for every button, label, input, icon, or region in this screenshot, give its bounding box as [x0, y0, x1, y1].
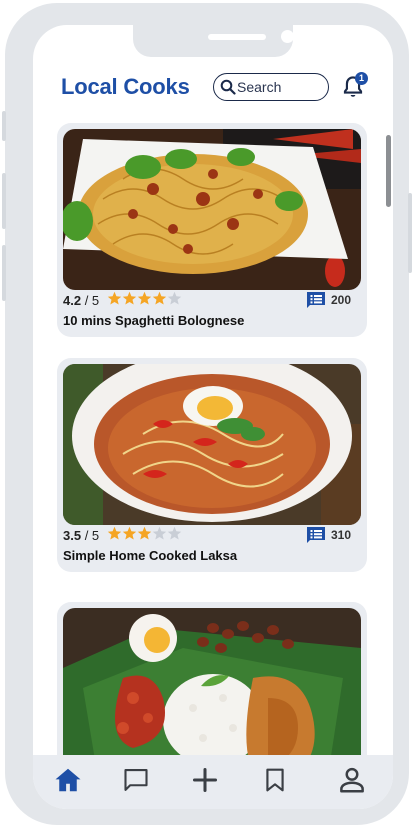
star-filled-icon	[152, 291, 167, 305]
laksa-photo	[63, 364, 361, 525]
scrollbar-thumb[interactable]	[386, 135, 391, 207]
star-empty-icon	[152, 526, 167, 540]
comment-count: 310	[330, 528, 351, 542]
app-title: Local Cooks	[61, 74, 190, 99]
search-input[interactable]	[237, 77, 322, 97]
search-icon	[220, 79, 236, 95]
star-filled-icon	[122, 526, 137, 540]
phone-frame: Local Cooks 1	[2, 3, 412, 825]
nav-chat[interactable]	[119, 763, 153, 797]
rating-scale: / 5	[84, 528, 100, 543]
rating-text: 4.2 / 5	[63, 293, 99, 308]
comment-count: 200	[330, 293, 351, 307]
bottom-nav	[33, 755, 393, 809]
rating-text: 3.5 / 5	[63, 528, 99, 543]
camera	[281, 30, 294, 43]
nav-add[interactable]	[188, 763, 222, 797]
star-filled-icon	[122, 291, 137, 305]
star-filled-icon	[137, 291, 152, 305]
app-screen: Local Cooks 1	[33, 25, 393, 809]
comments-button[interactable]: 310	[306, 526, 351, 544]
rating-scale: / 5	[84, 293, 100, 308]
recipe-card[interactable]: 3.5 / 5 310 Simple Home Cooked Laksa	[57, 358, 367, 572]
nav-home[interactable]	[51, 763, 85, 797]
home-icon	[55, 768, 81, 792]
chat-icon	[124, 769, 148, 791]
rating-value: 4.2	[63, 293, 82, 308]
spaghetti-photo	[63, 129, 361, 290]
nav-bookmarks[interactable]	[258, 763, 292, 797]
recipe-title[interactable]: 10 mins Spaghetti Bolognese	[63, 313, 244, 328]
side-button	[2, 111, 6, 141]
star-filled-icon	[137, 526, 152, 540]
side-button	[2, 173, 6, 229]
comments-button[interactable]: 200	[306, 291, 351, 309]
recipe-card[interactable]: 4.2 / 5 200 10 mins Spaghetti Bolognese	[57, 123, 367, 337]
profile-icon	[340, 767, 364, 793]
bookmark-icon	[266, 768, 284, 792]
star-filled-icon	[107, 291, 122, 305]
star-rating	[107, 526, 182, 540]
speaker	[208, 34, 266, 40]
side-button	[408, 193, 412, 273]
search-box[interactable]	[213, 73, 329, 101]
notch	[133, 25, 294, 57]
plus-icon	[192, 767, 218, 793]
rating-value: 3.5	[63, 528, 82, 543]
comment-icon	[306, 292, 325, 308]
star-empty-icon	[167, 526, 182, 540]
star-filled-icon	[107, 526, 122, 540]
side-button	[2, 245, 6, 301]
star-rating	[107, 291, 182, 305]
nav-profile[interactable]	[335, 763, 369, 797]
notification-badge: 1	[355, 72, 368, 85]
recipe-title[interactable]: Simple Home Cooked Laksa	[63, 548, 237, 563]
star-empty-icon	[167, 291, 182, 305]
comment-icon	[306, 527, 325, 543]
